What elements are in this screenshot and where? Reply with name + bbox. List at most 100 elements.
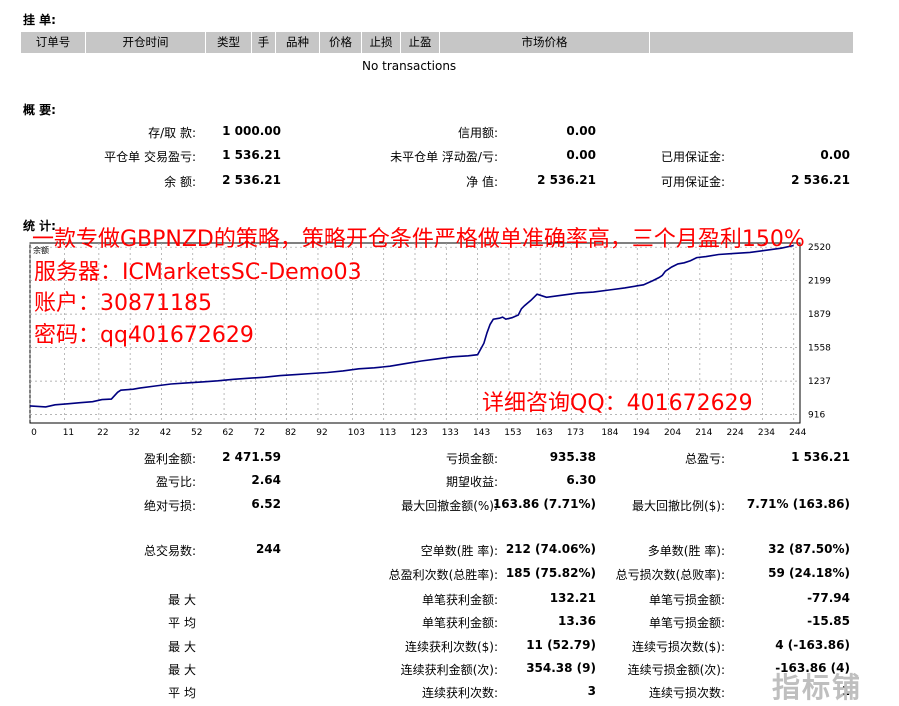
- stats-value: -15.85: [807, 614, 850, 628]
- stats-label: 连续获利金额(次):: [400, 663, 498, 677]
- stats-label: 总盈亏:: [684, 452, 725, 466]
- x-tick-label: 224: [727, 428, 744, 438]
- y-tick-label: 1237: [808, 377, 831, 387]
- no-transactions-text: No transactions: [362, 59, 457, 73]
- x-tick-label: 113: [379, 428, 396, 438]
- promo-contact-qq: 详细咨询QQ：401672629: [482, 391, 753, 416]
- col-lots[interactable]: 手: [252, 32, 276, 53]
- x-tick-label: 143: [473, 428, 490, 438]
- summary-label: 未平仓单 浮动盈/亏:: [390, 150, 498, 164]
- stats-label: 总交易数:: [143, 544, 196, 558]
- site-watermark: 指标铺: [772, 671, 863, 704]
- promo-line-1: 一款专做GBPNZD的策略，策略开仓条件严格做单准确率高，三个月盈利150%: [32, 227, 805, 252]
- stats-value: 11 (52.79): [526, 638, 596, 652]
- x-tick-label: 62: [222, 428, 233, 438]
- summary-value: 0.00: [820, 148, 850, 162]
- stats-label: 连续亏损金额(次):: [627, 663, 725, 677]
- stats-label: 盈亏比:: [155, 475, 196, 489]
- stats-value: 6.52: [251, 497, 281, 511]
- summary-value: 1 536.21: [222, 148, 281, 162]
- x-tick-label: 42: [160, 428, 171, 438]
- stats-label: 单笔亏损金额:: [648, 593, 725, 607]
- col-market-price[interactable]: 市场价格: [440, 32, 650, 53]
- stats-value: 2 471.59: [222, 450, 281, 464]
- col-price[interactable]: 价格: [320, 32, 362, 53]
- stats-value: 935.38: [549, 450, 596, 464]
- stats-value: 244: [255, 542, 281, 556]
- summary-label: 已用保证金:: [660, 150, 725, 164]
- x-tick-label: 204: [664, 428, 681, 438]
- x-tick-label: 22: [97, 428, 108, 438]
- col-take-profit[interactable]: 止盈: [401, 32, 440, 53]
- stats-label: 总盈利次数(总胜率):: [388, 568, 498, 582]
- col-symbol[interactable]: 品种: [276, 32, 320, 53]
- y-tick-label: 1879: [808, 310, 831, 320]
- col-type[interactable]: 类型: [206, 32, 252, 53]
- stats-label: 盈利金额:: [143, 452, 196, 466]
- y-tick-label: 916: [808, 411, 825, 421]
- stats-label: 期望收益:: [445, 475, 498, 489]
- stats-label: 单笔亏损金额:: [648, 616, 725, 630]
- x-tick-label: 32: [128, 428, 139, 438]
- stats-value: -77.94: [807, 591, 850, 605]
- stats-label: 空单数(胜 率):: [420, 544, 498, 558]
- summary-label: 可用保证金:: [660, 175, 725, 189]
- stats-label: 最 大: [168, 640, 196, 654]
- summary-value: 2 536.21: [222, 173, 281, 187]
- x-tick-label: 72: [254, 428, 265, 438]
- summary-value: 0.00: [566, 124, 596, 138]
- summary-value: 2 536.21: [537, 173, 596, 187]
- summary-label: 存/取 款:: [148, 126, 196, 140]
- stats-label: 最大回撤金额(%):: [401, 499, 498, 513]
- x-tick-label: 194: [633, 428, 650, 438]
- summary-value: 1 000.00: [222, 124, 281, 138]
- pending-orders-title: 挂 单:: [23, 13, 56, 27]
- col-open-time[interactable]: 开仓时间: [86, 32, 206, 53]
- stats-label: 单笔获利金额:: [421, 616, 498, 630]
- stats-value: 6.30: [566, 473, 596, 487]
- x-tick-label: 184: [601, 428, 618, 438]
- x-tick-label: 133: [442, 428, 459, 438]
- promo-line-account: 账户：30871185: [34, 291, 212, 316]
- stats-value: 13.36: [558, 614, 596, 628]
- x-tick-label: 214: [695, 428, 712, 438]
- summary-label: 平仓单 交易盈亏:: [104, 150, 196, 164]
- promo-line-server: 服务器：ICMarketsSC-Demo03: [34, 260, 362, 285]
- x-tick-label: 234: [758, 428, 775, 438]
- stats-value: 4 (-163.86): [775, 638, 850, 652]
- stats-label: 单笔获利金额:: [421, 593, 498, 607]
- col-order-id[interactable]: 订单号: [21, 32, 86, 53]
- stats-value: 2.64: [251, 473, 281, 487]
- summary-label: 信用额:: [457, 126, 498, 140]
- y-tick-label: 1558: [808, 344, 831, 354]
- stats-label: 连续亏损次数($):: [631, 640, 725, 654]
- stats-value: 3: [587, 684, 596, 698]
- x-tick-label: 103: [348, 428, 365, 438]
- stats-value: 163.86 (7.71%): [492, 497, 596, 511]
- col-blank: [650, 32, 853, 53]
- stats-value: 354.38 (9): [526, 661, 596, 675]
- x-tick-label: 0: [31, 428, 37, 438]
- stats-label: 多单数(胜 率):: [647, 544, 725, 558]
- stats-value: 185 (75.82%): [505, 566, 596, 580]
- stats-value: 7.71% (163.86): [746, 497, 850, 511]
- x-tick-label: 92: [316, 428, 327, 438]
- x-tick-label: 52: [191, 428, 202, 438]
- stats-value: 212 (74.06%): [505, 542, 596, 556]
- summary-value: 2 536.21: [791, 173, 850, 187]
- stats-label: 连续获利次数:: [421, 686, 498, 700]
- stats-label: 连续获利次数($):: [404, 640, 498, 654]
- y-tick-label: 2520: [808, 243, 831, 253]
- stats-value: 59 (24.18%): [768, 566, 850, 580]
- x-tick-label: 244: [789, 428, 806, 438]
- col-stop-loss[interactable]: 止损: [362, 32, 401, 53]
- pending-orders-header: 订单号 开仓时间 类型 手 品种 价格 止损 止盈 市场价格: [21, 32, 853, 53]
- x-tick-label: 82: [285, 428, 296, 438]
- summary-label: 余 额:: [164, 175, 196, 189]
- stats-label: 最大回撤比例($):: [631, 499, 725, 513]
- stats-label: 平 均: [168, 616, 196, 630]
- y-tick-label: 2199: [808, 277, 831, 287]
- stats-value: 32 (87.50%): [768, 542, 850, 556]
- x-tick-label: 153: [504, 428, 521, 438]
- stats-label: 最 大: [168, 663, 196, 677]
